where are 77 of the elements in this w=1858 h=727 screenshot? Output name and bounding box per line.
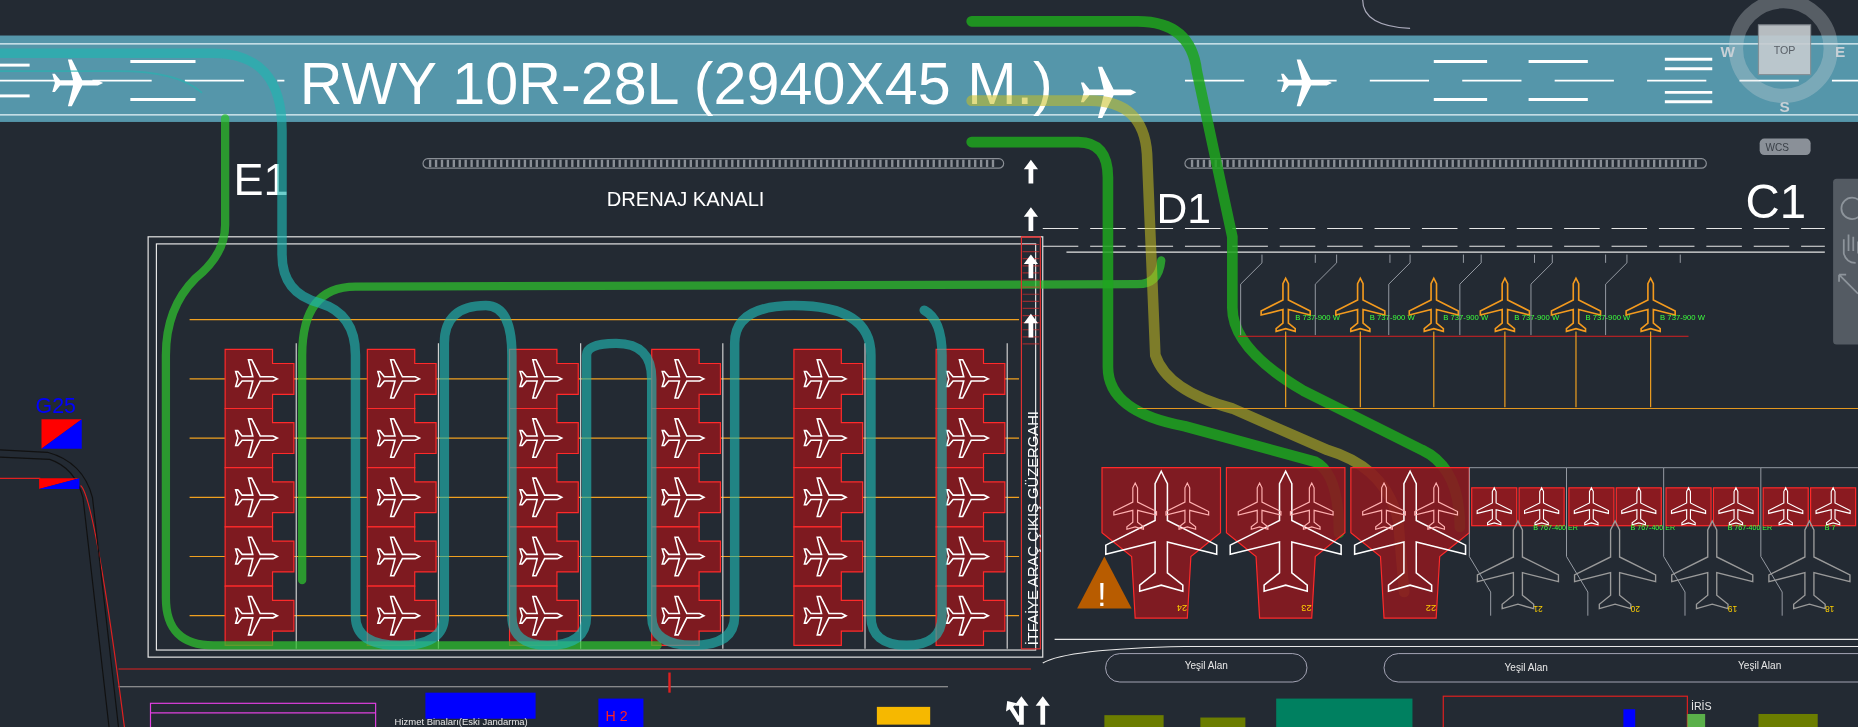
stand-number: 23: [1301, 603, 1312, 615]
aircraft-type-label: B 767-400 ER: [1630, 524, 1676, 533]
hand-icon[interactable]: [1842, 233, 1858, 264]
parking-stand-drawing: [366, 526, 437, 587]
heliport-block: [598, 698, 644, 727]
zoom-icon[interactable]: [1838, 273, 1858, 295]
stand-number: 22: [1425, 603, 1437, 615]
parking-stand-drawing: [651, 348, 722, 410]
parking-stand-drawing: [366, 467, 437, 528]
arrow-up-icon: [1006, 700, 1022, 723]
parking-stand-drawing: [508, 407, 579, 469]
stand-number: 19: [1727, 604, 1738, 615]
parking-stand-drawing: [651, 585, 722, 646]
view-cube-face-label: TOP: [1773, 44, 1796, 57]
taxiway-label: D1: [1156, 183, 1212, 232]
gate-marker-icon: [39, 478, 80, 489]
road-edge-drawing: [1362, 0, 1411, 29]
aircraft-type-label: B 767-400 ER: [1727, 524, 1773, 533]
stand-number: 24: [1176, 603, 1188, 615]
arrow-up-icon: [1023, 159, 1038, 184]
aircraft-type-label: B 737-900 W: [1514, 312, 1560, 322]
arrow-up-icon: [1035, 696, 1050, 725]
building-block: [1623, 709, 1636, 727]
parking-stand-drawing: [793, 348, 864, 410]
parking-stand-drawing: [793, 407, 864, 469]
aircraft-type-label: B 737-900 W: [1295, 312, 1341, 322]
building-label: İRİS: [1690, 700, 1712, 713]
parking-stand-drawing: [793, 585, 864, 646]
stand-number: 18: [1825, 604, 1835, 615]
aircraft-type-label: B 737-900 W: [1369, 312, 1415, 322]
runway-label: RWY 10R-28L (2940X45 M.): [299, 50, 1053, 118]
parking-stand-drawing: [651, 526, 722, 587]
arrow-up-icon: [1014, 696, 1029, 725]
compass-label[interactable]: E: [1835, 42, 1846, 60]
stand-number: 21: [1533, 604, 1543, 615]
taxiway-label: C1: [1745, 174, 1806, 228]
aircraft-type-label: B 767-400 ER: [1533, 524, 1578, 533]
parking-stand-drawing: [366, 407, 437, 469]
stand-number: 20: [1630, 604, 1640, 615]
coordinate-system-label: WCS: [1765, 141, 1790, 153]
arrow-up-icon: [1023, 313, 1038, 338]
parking-stand-drawing: [224, 526, 295, 587]
heliport-label: H 2: [605, 708, 628, 725]
parking-stand-drawing: [508, 467, 579, 528]
airplane-icon: [1080, 66, 1137, 118]
airplane-icon: [52, 59, 104, 107]
compass-label[interactable]: W: [1720, 42, 1735, 60]
parking-stand-drawing: [793, 467, 864, 528]
building-label: Hizmet Binaları(Eski Jandarma): [394, 715, 528, 727]
gate-label: G25: [35, 394, 76, 419]
arrow-up-icon: [1023, 207, 1038, 231]
fire-route-label: İTFAİYE ARAÇ ÇIKIŞ GÜZERGAHI: [1025, 411, 1041, 646]
area-label: Yeşil Alan: [1738, 660, 1782, 671]
parking-stand-drawing: [366, 348, 437, 410]
aircraft-type-label: B 737-900 W: [1443, 312, 1489, 322]
building-block: [1200, 717, 1246, 727]
area-label: Yeşil Alan: [1504, 662, 1548, 674]
compass-label[interactable]: S: [1779, 98, 1790, 116]
parking-stand-drawing: [793, 526, 864, 587]
parking-stand-drawing: [651, 467, 722, 528]
aircraft-type-label: B 737-900 W: [1585, 312, 1631, 322]
area-label: Yeşil Alan: [1184, 660, 1228, 671]
steering-wheel-icon[interactable]: [1840, 196, 1858, 220]
drainage-label: DRENAJ KANALI: [606, 188, 765, 210]
parking-stand-drawing: [935, 526, 1006, 587]
aircraft-type-label: B 7: [1824, 524, 1836, 533]
building-block: [1104, 715, 1164, 727]
aircraft-type-label: B 737-900 W: [1660, 312, 1705, 322]
gate-marker-icon: [41, 419, 82, 449]
arrow-up-icon: [1023, 254, 1038, 279]
parking-stand-drawing: [508, 526, 579, 587]
airplane-icon: [1281, 59, 1332, 107]
warning-mark: !: [1097, 576, 1107, 614]
warning-sign-icon: [1077, 556, 1132, 609]
parking-stand-drawing: [651, 407, 722, 469]
taxiway-label: E1: [233, 154, 289, 206]
parking-stand-drawing: [508, 348, 579, 410]
